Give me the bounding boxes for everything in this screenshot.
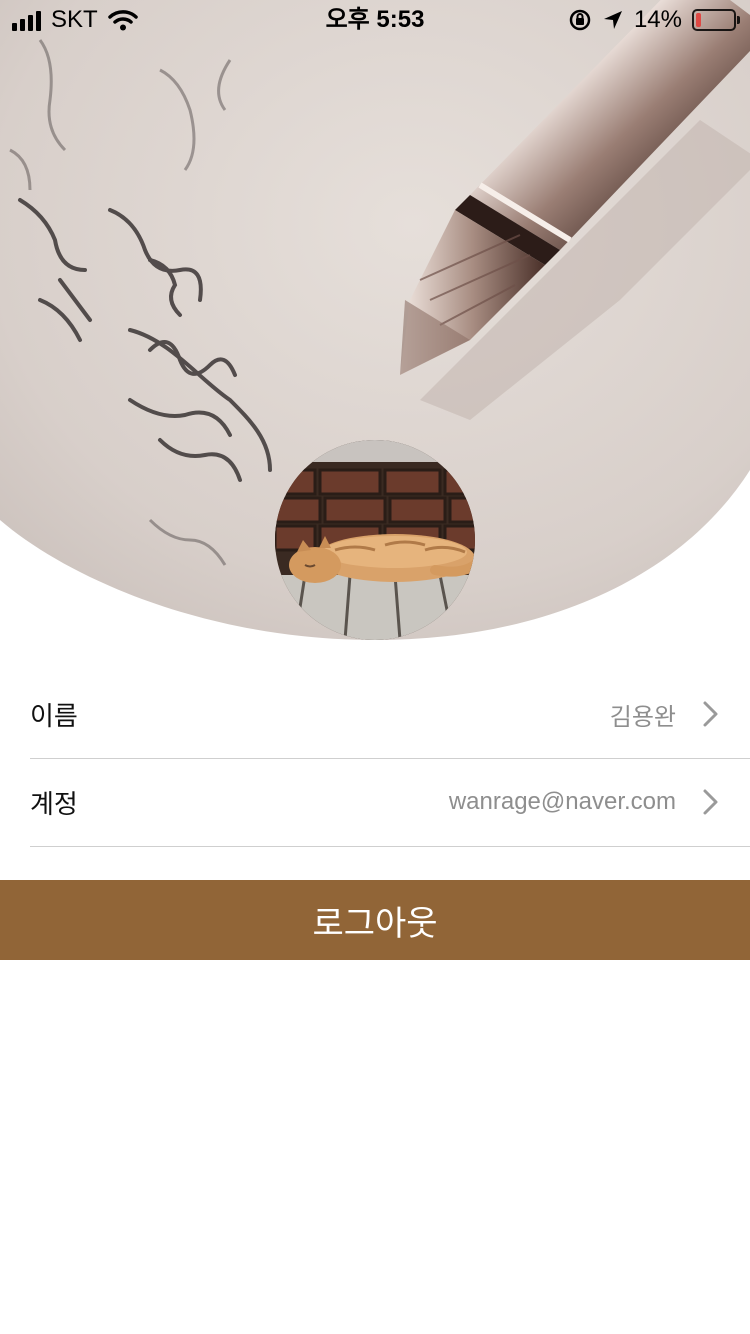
account-value: wanrage@naver.com	[448, 788, 676, 815]
status-bar: SKT 오후 5:53 14%	[0, 0, 750, 40]
account-row[interactable]: 계정 wanrage@naver.com	[30, 758, 750, 847]
logout-button[interactable]: 로그아웃	[0, 880, 750, 960]
name-value: 김용완	[609, 703, 676, 731]
chevron-right-icon	[703, 701, 718, 727]
battery-icon	[692, 9, 740, 31]
avatar[interactable]	[275, 440, 475, 640]
account-label: 계정	[30, 789, 78, 820]
orientation-lock-icon	[569, 9, 591, 31]
battery-percent: 14%	[633, 6, 682, 33]
chevron-right-icon	[703, 789, 718, 815]
cat-avatar-image	[275, 440, 475, 640]
name-row[interactable]: 이름 김용완	[30, 670, 750, 759]
location-arrow-icon	[603, 11, 622, 29]
name-label: 이름	[30, 701, 78, 732]
